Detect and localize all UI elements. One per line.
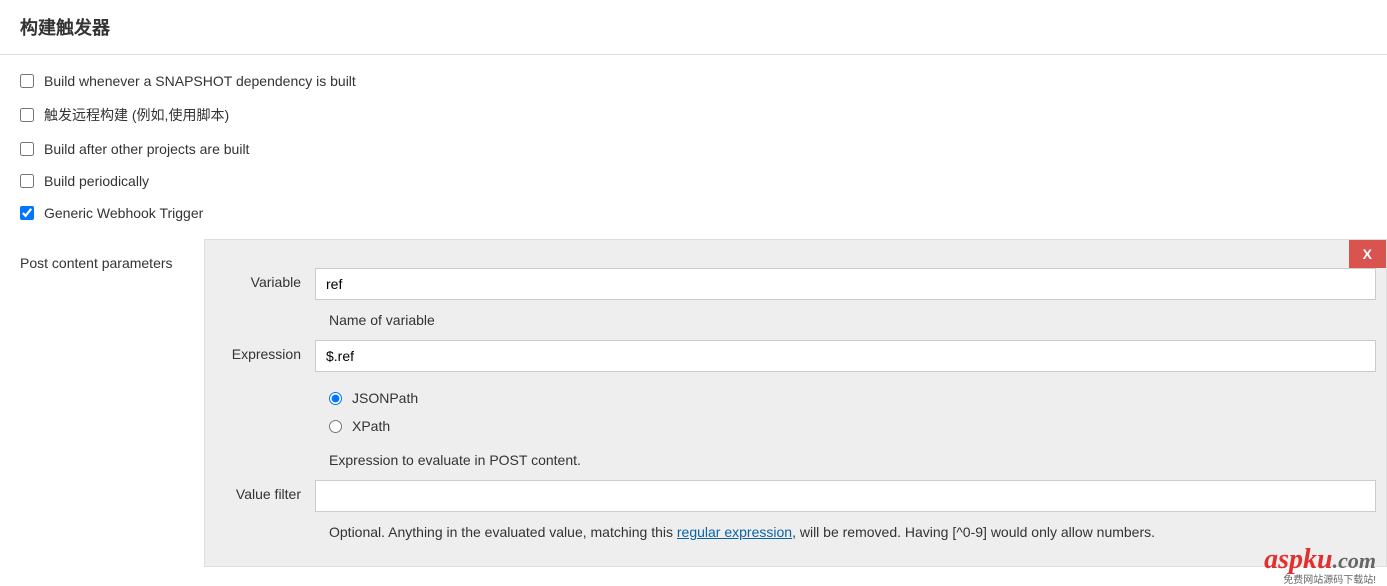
radio-jsonpath[interactable] xyxy=(329,392,342,405)
trigger-snapshot[interactable]: Build whenever a SNAPSHOT dependency is … xyxy=(20,65,1387,97)
section-title: 构建触发器 xyxy=(0,0,1387,55)
label-jsonpath: JSONPath xyxy=(352,390,418,406)
radio-jsonpath-row[interactable]: JSONPath xyxy=(329,384,1376,412)
label-expression: Expression xyxy=(215,340,315,372)
watermark-sub: 免费网站源码下载站! xyxy=(1264,576,1376,586)
checkbox-after-projects[interactable] xyxy=(20,142,34,156)
label-after-projects: Build after other projects are built xyxy=(44,141,249,157)
params-section-label: Post content parameters xyxy=(20,239,204,567)
params-box: X Variable Name of variable Expression J… xyxy=(204,239,1387,567)
checkbox-remote[interactable] xyxy=(20,108,34,122)
row-expression: Expression xyxy=(215,334,1376,378)
row-variable: Variable xyxy=(215,240,1376,306)
watermark: aspku.com 免费网站源码下载站! xyxy=(1264,544,1376,586)
trigger-list: Build whenever a SNAPSHOT dependency is … xyxy=(0,55,1387,239)
radio-xpath[interactable] xyxy=(329,420,342,433)
input-variable[interactable] xyxy=(315,268,1376,300)
watermark-brand1: aspku xyxy=(1264,544,1332,575)
watermark-brand2: .com xyxy=(1333,548,1376,573)
label-periodically: Build periodically xyxy=(44,173,149,189)
label-variable: Variable xyxy=(215,268,315,300)
help-value-filter: Optional. Anything in the evaluated valu… xyxy=(215,518,1376,546)
post-content-parameters: Post content parameters X Variable Name … xyxy=(0,239,1387,567)
trigger-periodically[interactable]: Build periodically xyxy=(20,165,1387,197)
radio-xpath-row[interactable]: XPath xyxy=(329,412,1376,440)
trigger-remote[interactable]: 触发远程构建 (例如,使用脚本) xyxy=(20,97,1387,133)
label-generic-webhook: Generic Webhook Trigger xyxy=(44,205,203,221)
trigger-after-projects[interactable]: Build after other projects are built xyxy=(20,133,1387,165)
label-value-filter: Value filter xyxy=(215,480,315,512)
help-value-filter-2: , will be removed. Having [^0-9] would o… xyxy=(792,524,1155,540)
checkbox-periodically[interactable] xyxy=(20,174,34,188)
regular-expression-link[interactable]: regular expression xyxy=(677,524,792,540)
label-xpath: XPath xyxy=(352,418,390,434)
trigger-generic-webhook[interactable]: Generic Webhook Trigger xyxy=(20,197,1387,229)
help-variable: Name of variable xyxy=(215,306,1376,334)
input-expression[interactable] xyxy=(315,340,1376,372)
label-remote: 触发远程构建 (例如,使用脚本) xyxy=(44,105,229,125)
close-button[interactable]: X xyxy=(1349,240,1386,268)
row-value-filter: Value filter xyxy=(215,474,1376,518)
help-value-filter-1: Optional. Anything in the evaluated valu… xyxy=(329,524,677,540)
label-snapshot: Build whenever a SNAPSHOT dependency is … xyxy=(44,73,356,89)
input-value-filter[interactable] xyxy=(315,480,1376,512)
help-expression: Expression to evaluate in POST content. xyxy=(215,446,1376,474)
checkbox-generic-webhook[interactable] xyxy=(20,206,34,220)
checkbox-snapshot[interactable] xyxy=(20,74,34,88)
expression-type-group: JSONPath XPath xyxy=(215,378,1376,446)
